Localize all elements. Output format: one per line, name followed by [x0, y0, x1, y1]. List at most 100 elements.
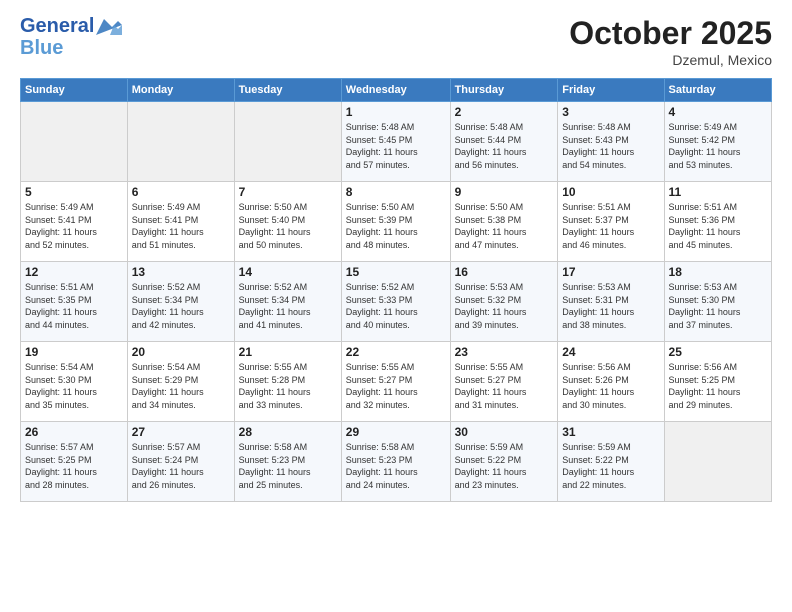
calendar-cell: 14 Sunrise: 5:52 AM Sunset: 5:34 PM Dayli… — [234, 262, 341, 342]
calendar-cell: 5Sunrise: 5:49 AM Sunset: 5:41 PM Daylig… — [21, 182, 128, 262]
calendar-cell — [664, 422, 771, 502]
day-number: 16 — [455, 265, 554, 279]
logo-blue: Blue — [20, 37, 122, 59]
calendar-cell — [234, 102, 341, 182]
calendar-cell: 12Sunrise: 5:51 AM Sunset: 5:35 PM Dayli… — [21, 262, 128, 342]
day-info: Sunrise: 5:57 AM Sunset: 5:25 PM Dayligh… — [25, 441, 123, 491]
calendar-cell: 30 Sunrise: 5:59 AM Sunset: 5:22 PM Dayli… — [450, 422, 558, 502]
day-info: Sunrise: 5:52 AM Sunset: 5:34 PM Dayligh… — [132, 281, 230, 331]
day-number: 26 — [25, 425, 123, 439]
day-number: 4 — [669, 105, 767, 119]
day-info: Sunrise: 5:53 AM Sunset: 5:32 PM Dayligh… — [455, 281, 554, 331]
day-number: 7 — [239, 185, 337, 199]
day-info: Sunrise: 5:51 AM Sunset: 5:36 PM Dayligh… — [669, 201, 767, 251]
day-info: Sunrise: 5:58 AM Sunset: 5:23 PM Dayligh… — [346, 441, 446, 491]
day-info: Sunrise: 5:50 AM Sunset: 5:39 PM Dayligh… — [346, 201, 446, 251]
calendar-cell: 8Sunrise: 5:50 AM Sunset: 5:39 PM Daylig… — [341, 182, 450, 262]
day-number: 19 — [25, 345, 123, 359]
day-info: Sunrise: 5:54 AM Sunset: 5:29 PM Dayligh… — [132, 361, 230, 411]
weekday-header-friday: Friday — [558, 79, 664, 102]
day-number: 3 — [562, 105, 659, 119]
day-info: Sunrise: 5:49 AM Sunset: 5:41 PM Dayligh… — [132, 201, 230, 251]
calendar-cell: 11 Sunrise: 5:51 AM Sunset: 5:36 PM Dayli… — [664, 182, 771, 262]
day-info: Sunrise: 5:53 AM Sunset: 5:30 PM Dayligh… — [669, 281, 767, 331]
calendar-cell: 28 Sunrise: 5:58 AM Sunset: 5:23 PM Dayli… — [234, 422, 341, 502]
calendar-cell: 1 Sunrise: 5:48 AM Sunset: 5:45 PM Daylig… — [341, 102, 450, 182]
day-number: 28 — [239, 425, 337, 439]
calendar-cell — [21, 102, 128, 182]
day-info: Sunrise: 5:55 AM Sunset: 5:28 PM Dayligh… — [239, 361, 337, 411]
day-info: Sunrise: 5:48 AM Sunset: 5:43 PM Dayligh… — [562, 121, 659, 171]
calendar-cell: 17 Sunrise: 5:53 AM Sunset: 5:31 PM Dayli… — [558, 262, 664, 342]
calendar-cell: 13 Sunrise: 5:52 AM Sunset: 5:34 PM Dayli… — [127, 262, 234, 342]
weekday-header-tuesday: Tuesday — [234, 79, 341, 102]
calendar-cell: 9Sunrise: 5:50 AM Sunset: 5:38 PM Daylig… — [450, 182, 558, 262]
day-number: 20 — [132, 345, 230, 359]
calendar-cell: 3 Sunrise: 5:48 AM Sunset: 5:43 PM Daylig… — [558, 102, 664, 182]
calendar-cell: 29 Sunrise: 5:58 AM Sunset: 5:23 PM Dayli… — [341, 422, 450, 502]
day-number: 30 — [455, 425, 554, 439]
location-title: Dzemul, Mexico — [569, 52, 772, 68]
day-info: Sunrise: 5:56 AM Sunset: 5:25 PM Dayligh… — [669, 361, 767, 411]
day-number: 27 — [132, 425, 230, 439]
day-info: Sunrise: 5:52 AM Sunset: 5:33 PM Dayligh… — [346, 281, 446, 331]
calendar-table: SundayMondayTuesdayWednesdayThursdayFrid… — [20, 78, 772, 502]
day-info: Sunrise: 5:58 AM Sunset: 5:23 PM Dayligh… — [239, 441, 337, 491]
title-block: October 2025 Dzemul, Mexico — [569, 15, 772, 68]
day-number: 2 — [455, 105, 554, 119]
day-info: Sunrise: 5:57 AM Sunset: 5:24 PM Dayligh… — [132, 441, 230, 491]
month-title: October 2025 — [569, 15, 772, 52]
page-header: General Blue October 2025 Dzemul, Mexico — [20, 15, 772, 68]
day-info: Sunrise: 5:59 AM Sunset: 5:22 PM Dayligh… — [562, 441, 659, 491]
calendar-cell: 26 Sunrise: 5:57 AM Sunset: 5:25 PM Dayli… — [21, 422, 128, 502]
weekday-header-wednesday: Wednesday — [341, 79, 450, 102]
day-number: 25 — [669, 345, 767, 359]
day-info: Sunrise: 5:51 AM Sunset: 5:37 PM Dayligh… — [562, 201, 659, 251]
day-number: 15 — [346, 265, 446, 279]
day-number: 6 — [132, 185, 230, 199]
day-number: 29 — [346, 425, 446, 439]
calendar-cell: 15 Sunrise: 5:52 AM Sunset: 5:33 PM Dayli… — [341, 262, 450, 342]
calendar-cell: 16 Sunrise: 5:53 AM Sunset: 5:32 PM Dayli… — [450, 262, 558, 342]
calendar-cell: 19 Sunrise: 5:54 AM Sunset: 5:30 PM Dayli… — [21, 342, 128, 422]
day-number: 18 — [669, 265, 767, 279]
calendar-cell: 27 Sunrise: 5:57 AM Sunset: 5:24 PM Dayli… — [127, 422, 234, 502]
calendar-cell: 31Sunrise: 5:59 AM Sunset: 5:22 PM Dayli… — [558, 422, 664, 502]
day-number: 21 — [239, 345, 337, 359]
calendar-cell: 25 Sunrise: 5:56 AM Sunset: 5:25 PM Dayli… — [664, 342, 771, 422]
day-info: Sunrise: 5:49 AM Sunset: 5:42 PM Dayligh… — [669, 121, 767, 171]
day-info: Sunrise: 5:59 AM Sunset: 5:22 PM Dayligh… — [455, 441, 554, 491]
calendar-cell — [127, 102, 234, 182]
calendar-cell: 7 Sunrise: 5:50 AM Sunset: 5:40 PM Daylig… — [234, 182, 341, 262]
logo-general: General — [20, 15, 94, 37]
day-info: Sunrise: 5:49 AM Sunset: 5:41 PM Dayligh… — [25, 201, 123, 251]
day-info: Sunrise: 5:48 AM Sunset: 5:45 PM Dayligh… — [346, 121, 446, 171]
day-number: 11 — [669, 185, 767, 199]
day-info: Sunrise: 5:55 AM Sunset: 5:27 PM Dayligh… — [346, 361, 446, 411]
day-number: 22 — [346, 345, 446, 359]
calendar-cell: 22 Sunrise: 5:55 AM Sunset: 5:27 PM Dayli… — [341, 342, 450, 422]
weekday-header-thursday: Thursday — [450, 79, 558, 102]
calendar-cell: 6 Sunrise: 5:49 AM Sunset: 5:41 PM Daylig… — [127, 182, 234, 262]
logo: General Blue — [20, 15, 122, 59]
weekday-header-saturday: Saturday — [664, 79, 771, 102]
day-info: Sunrise: 5:50 AM Sunset: 5:40 PM Dayligh… — [239, 201, 337, 251]
day-number: 13 — [132, 265, 230, 279]
day-number: 12 — [25, 265, 123, 279]
day-info: Sunrise: 5:53 AM Sunset: 5:31 PM Dayligh… — [562, 281, 659, 331]
day-number: 24 — [562, 345, 659, 359]
calendar-cell: 23Sunrise: 5:55 AM Sunset: 5:27 PM Dayli… — [450, 342, 558, 422]
day-number: 1 — [346, 105, 446, 119]
calendar-cell: 2Sunrise: 5:48 AM Sunset: 5:44 PM Daylig… — [450, 102, 558, 182]
calendar-cell: 4 Sunrise: 5:49 AM Sunset: 5:42 PM Daylig… — [664, 102, 771, 182]
calendar-cell: 10Sunrise: 5:51 AM Sunset: 5:37 PM Dayli… — [558, 182, 664, 262]
day-info: Sunrise: 5:56 AM Sunset: 5:26 PM Dayligh… — [562, 361, 659, 411]
day-info: Sunrise: 5:50 AM Sunset: 5:38 PM Dayligh… — [455, 201, 554, 251]
day-number: 17 — [562, 265, 659, 279]
weekday-header-sunday: Sunday — [21, 79, 128, 102]
day-info: Sunrise: 5:55 AM Sunset: 5:27 PM Dayligh… — [455, 361, 554, 411]
calendar-cell: 21 Sunrise: 5:55 AM Sunset: 5:28 PM Dayli… — [234, 342, 341, 422]
day-number: 14 — [239, 265, 337, 279]
day-info: Sunrise: 5:52 AM Sunset: 5:34 PM Dayligh… — [239, 281, 337, 331]
day-info: Sunrise: 5:54 AM Sunset: 5:30 PM Dayligh… — [25, 361, 123, 411]
